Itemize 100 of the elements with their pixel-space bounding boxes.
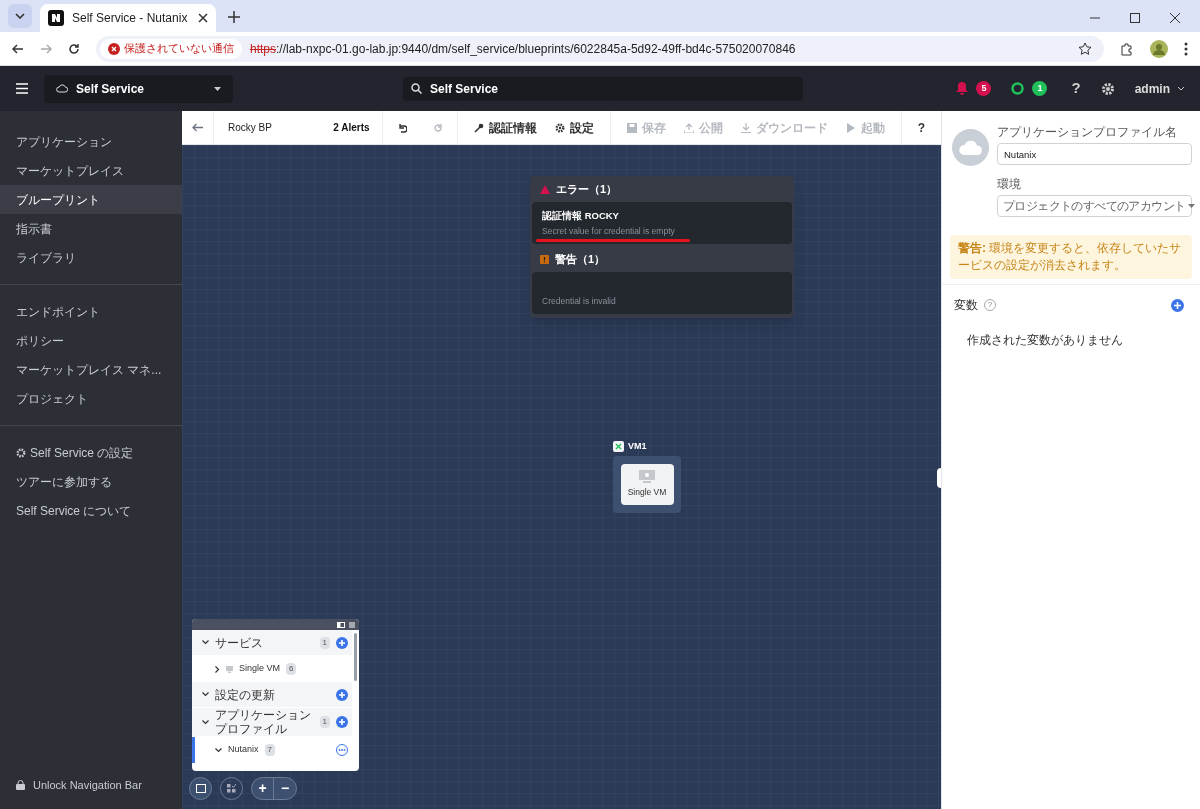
app-switcher[interactable]: Self Service [44, 74, 233, 103]
field-label: 環境 [997, 176, 1022, 193]
add-icon[interactable] [1171, 298, 1184, 312]
user-menu[interactable]: admin [1134, 79, 1184, 98]
cloud-icon [56, 84, 68, 93]
section-label: 設定の更新 [215, 687, 276, 702]
security-chip[interactable]: 保護されていない通信 [100, 38, 242, 59]
tree-item[interactable]: Single VM 6 [192, 656, 352, 682]
warning-message: 警告: 環境を変更すると、依存していたサービスの設定が消去されます。 [950, 235, 1192, 279]
server-icon [226, 665, 233, 673]
sidebar-item[interactable]: マーケットプレイス マネ... [0, 355, 182, 384]
extensions-icon[interactable] [1120, 41, 1134, 56]
sidebar-item[interactable]: プロジェクト [0, 384, 182, 413]
maximize-icon[interactable] [1130, 13, 1140, 23]
help-button[interactable]: ? [917, 118, 925, 137]
profile-avatar-icon[interactable] [1150, 39, 1168, 58]
alert-message: Credential is invalid [542, 295, 617, 308]
resize-handle[interactable] [937, 468, 941, 488]
alert-message: Secret value for credential is empty [542, 225, 676, 238]
more-icon[interactable] [1184, 41, 1188, 56]
toolbar-button[interactable]: 設定 [554, 118, 594, 137]
alert-title: 認証情報 ROCKY [542, 209, 620, 223]
exclamation-icon [540, 254, 549, 264]
warning-triangle-icon [540, 184, 550, 194]
empty-message: 作成された変数がありません [967, 332, 1124, 349]
search-icon [411, 83, 422, 94]
sidebar-item[interactable]: ポリシー [0, 326, 182, 355]
sidebar-item[interactable]: Self Service の設定 [0, 438, 182, 467]
tree-section[interactable]: サービス 1 [192, 630, 352, 655]
sidebar-item[interactable]: ブループリント [0, 185, 182, 214]
node-label: VM1 [628, 440, 647, 453]
list-icon[interactable] [349, 621, 355, 628]
add-icon[interactable] [336, 636, 348, 649]
star-icon[interactable] [1078, 41, 1092, 56]
zoom-out-button[interactable]: − [274, 778, 296, 799]
menu-icon[interactable] [16, 83, 28, 94]
security-warning: 保護されていない通信 [124, 41, 234, 57]
toolbar-button[interactable]: 認証情報 [473, 118, 537, 137]
play-icon [845, 122, 856, 133]
alert-section-title: エラー（1） [556, 181, 618, 197]
alerts-button[interactable]: 2 Alerts [333, 120, 370, 135]
back-icon[interactable] [12, 42, 24, 55]
sidebar-item[interactable]: アプリケーション [0, 127, 182, 156]
alert-count-badge: 5 [976, 81, 992, 96]
tree-item[interactable]: Nutanix 7 [192, 737, 352, 763]
sidebar-item[interactable]: マーケットプレイス [0, 156, 182, 185]
tree-section[interactable]: 設定の更新 [192, 682, 352, 707]
fit-view-button[interactable] [189, 777, 212, 800]
close-icon[interactable] [1170, 13, 1180, 23]
caret-icon [1188, 204, 1196, 208]
sidebar-item[interactable]: エンドポイント [0, 297, 182, 326]
undo-icon[interactable] [396, 122, 407, 133]
chevron-down-icon [215, 747, 222, 753]
unlock-navigation-link[interactable]: Unlock Navigation Bar [0, 776, 182, 793]
sidebar-item[interactable]: ツアーに参加する [0, 467, 182, 496]
reload-icon[interactable] [68, 42, 80, 55]
warning-icon [108, 42, 120, 55]
address-bar[interactable]: 保護されていない通信 https://lab-nxpc-01.go-lab.jp:9440/dm/self_service/blueprints/6022845a-5d92-49ff-bd4c-575020070846 [96, 35, 1104, 62]
download-icon [740, 122, 751, 133]
chevron-right-icon [215, 665, 220, 673]
add-icon[interactable] [336, 716, 348, 728]
section-title: 変数 [954, 297, 978, 314]
sidebar-item[interactable]: 指示書 [0, 214, 182, 243]
server-icon [639, 470, 655, 484]
alert-item[interactable]: 認証情報 ROCKY Secret value for credential is empty [532, 202, 792, 244]
sidebar-item[interactable]: Self Service について [0, 496, 182, 525]
chevron-down-icon [202, 719, 209, 725]
lock-icon [16, 779, 25, 790]
bell-icon[interactable] [956, 82, 969, 95]
frame-icon [195, 784, 206, 793]
node-container[interactable]: Single VM [613, 456, 681, 513]
service-label: Single VM [627, 486, 667, 499]
zoom-in-button[interactable]: + [252, 778, 274, 799]
grid-icon [227, 784, 236, 793]
section-label: サービス [215, 635, 264, 650]
chevron-down-icon [202, 640, 209, 645]
ring-icon[interactable] [1011, 82, 1025, 95]
browser-tab[interactable]: Self Service - Nutanix [40, 4, 216, 32]
caret-icon [214, 86, 221, 91]
alert-item[interactable]: Credential is invalid [532, 272, 792, 314]
search-field[interactable]: Self Service [403, 76, 803, 101]
add-icon[interactable] [336, 688, 348, 701]
new-tab-icon[interactable] [228, 11, 240, 23]
tab-list-button[interactable] [8, 4, 32, 28]
back-arrow-icon[interactable] [192, 123, 203, 132]
panel-layout-icon[interactable] [337, 621, 345, 628]
url-text: https://lab-nxpc-01.go-lab.jp:9440/dm/self_service/blueprints/6022845a-5d92-49ff-bd4c-575020070846 [250, 40, 796, 58]
settings-icon[interactable] [1100, 81, 1115, 96]
environment-dropdown[interactable]: プロジェクトのすべてのアカウント [997, 195, 1192, 217]
close-icon[interactable] [198, 13, 208, 23]
sidebar-item[interactable]: ライブラリ [0, 243, 182, 272]
site-logo-icon [48, 10, 64, 26]
floppy-icon [626, 122, 637, 133]
item-label: Single VM [239, 662, 281, 676]
input-field[interactable]: Nutanix [997, 143, 1192, 165]
section-label: アプリケーションプロファイル [215, 708, 312, 736]
blueprint-title: Rocky BP [228, 121, 272, 135]
help-button[interactable]: ? [1071, 77, 1081, 100]
scrollbar-thumb[interactable] [354, 633, 357, 681]
service-card[interactable]: Single VM [620, 464, 674, 505]
